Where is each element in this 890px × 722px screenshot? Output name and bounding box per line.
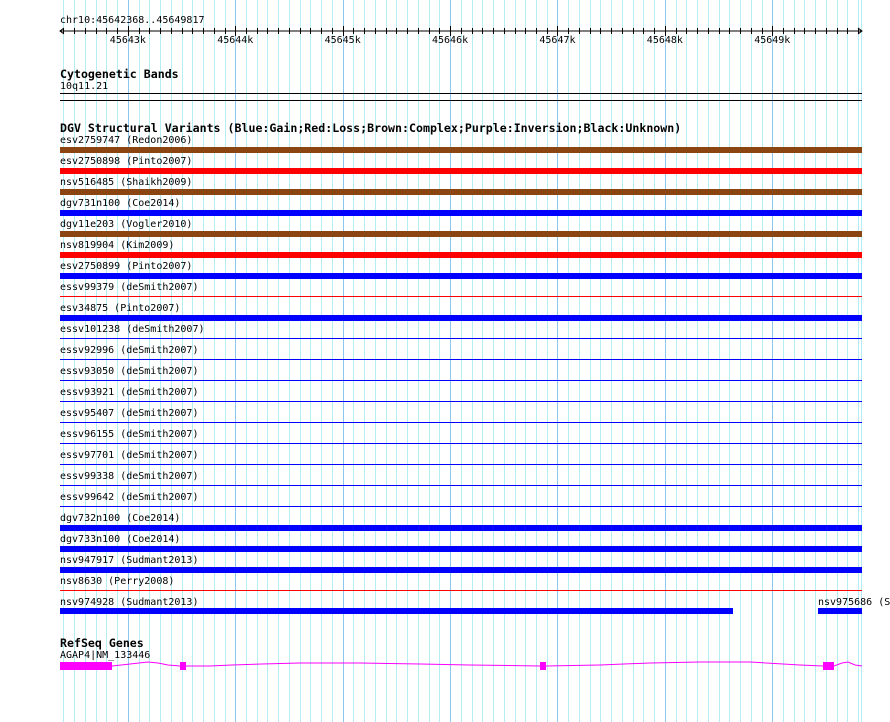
dgv-track-title: DGV Structural Variants (Blue:Gain;Red:L… [60,121,682,135]
variant-label: dgv733n100 (Coe2014) [60,534,181,545]
variant-label: esv2750898 (Pinto2007) [60,156,193,167]
variant-label: nsv819904 (Kim2009) [60,240,175,251]
variant-label: essv99642 (deSmith2007) [60,492,199,503]
ruler-tick-label: 45644k [217,35,254,46]
variant-bar[interactable] [60,273,862,279]
ruler-tick-label: 45648k [646,35,683,46]
variant-label: esv2759747 (Redon2006) [60,135,193,146]
variant-bar[interactable] [60,338,862,339]
variant-bar[interactable] [60,189,862,195]
variant-bar[interactable] [60,252,862,258]
variant-bar[interactable] [60,608,733,614]
variant-bar[interactable] [60,401,862,402]
gene-exon [823,662,834,670]
variant-bar[interactable] [60,359,862,360]
variant-label: esv2750899 (Pinto2007) [60,261,193,272]
gene-exon [180,662,186,670]
variant-bar[interactable] [60,296,862,297]
variant-label: essv93921 (deSmith2007) [60,387,199,398]
ruler-tick-label: 45647k [539,35,576,46]
refseq-track-title: RefSeq Genes [60,636,144,650]
variant-bar[interactable] [818,608,862,614]
variant-label: essv95407 (deSmith2007) [60,408,199,419]
variant-bar[interactable] [60,231,862,237]
cytoband-line-top [60,93,862,94]
variant-bar[interactable] [60,443,862,444]
variant-label: essv99379 (deSmith2007) [60,282,199,293]
variant-label: dgv731n100 (Coe2014) [60,198,181,209]
variant-label: essv101238 (deSmith2007) [60,324,205,335]
variant-bar[interactable] [60,464,862,465]
gene-model[interactable] [0,655,890,675]
ruler-tick-label: 45645k [324,35,361,46]
variant-label: nsv516485 (Shaikh2009) [60,177,193,188]
gene-intron-line [111,661,863,667]
gene-exon [60,662,112,670]
gene-exon [540,662,546,670]
variant-label: essv96155 (deSmith2007) [60,429,199,440]
ruler-tick-label: 45649k [754,35,791,46]
variant-label: dgv11e203 (Vogler2010) [60,219,193,230]
variant-bar[interactable] [60,422,862,423]
variant-label: dgv732n100 (Coe2014) [60,513,181,524]
variant-bar[interactable] [60,315,862,321]
variant-bar[interactable] [60,380,862,381]
variant-bar[interactable] [60,147,862,153]
variant-label: nsv975686 (S [818,597,890,608]
ruler-tick-label: 45643k [109,35,146,46]
variant-bar[interactable] [60,546,862,552]
cytoband-line-bottom [60,100,862,101]
variant-label: essv93050 (deSmith2007) [60,366,199,377]
variant-label: essv92996 (deSmith2007) [60,345,199,356]
cytoband-label: 10q11.21 [60,81,109,92]
cytoband-track-title: Cytogenetic Bands [60,67,179,81]
variant-label: nsv947917 (Sudmant2013) [60,555,199,566]
variant-label: esv34875 (Pinto2007) [60,303,181,314]
variant-label: essv97701 (deSmith2007) [60,450,199,461]
variant-bar[interactable] [60,506,862,507]
variant-label: essv99338 (deSmith2007) [60,471,199,482]
variant-bar[interactable] [60,485,862,486]
ruler-tick-label: 45646k [432,35,469,46]
variant-bar[interactable] [60,590,862,591]
variant-bar[interactable] [60,567,862,573]
variant-bar[interactable] [60,525,862,531]
variant-label: nsv8630 (Perry2008) [60,576,175,587]
variant-label: nsv974928 (Sudmant2013) [60,597,199,608]
variant-bar[interactable] [60,210,862,216]
variant-bar[interactable] [60,168,862,174]
